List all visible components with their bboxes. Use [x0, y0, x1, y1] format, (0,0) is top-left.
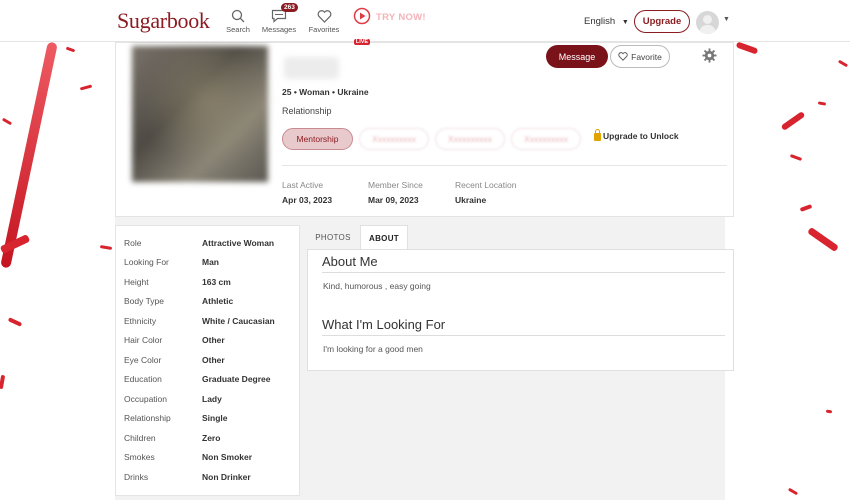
detail-row: Eye Color Other	[124, 354, 225, 365]
try-now-link[interactable]: TRY NOW!	[376, 12, 426, 23]
detail-row: Role Attractive Woman	[124, 237, 275, 248]
detail-row: Education Graduate Degree	[124, 374, 271, 385]
arrangement-tags: Mentorship Xxxxxxxxxx Xxxxxxxxxx Xxxxxxx…	[282, 128, 581, 150]
stat-recent-location: Recent Location Ukraine	[455, 180, 517, 205]
messages-count-badge: 263	[281, 3, 298, 12]
lock-icon	[594, 129, 601, 141]
detail-row: Height 163 cm	[124, 276, 231, 287]
upgrade-to-unlock-link[interactable]: Upgrade to Unlock	[594, 129, 679, 141]
upgrade-button[interactable]: Upgrade	[634, 10, 690, 33]
chevron-down-icon[interactable]: ▼	[723, 16, 730, 23]
divider	[282, 165, 727, 166]
about-me-heading: About Me	[322, 254, 378, 269]
tab-photos[interactable]: PHOTOS	[307, 225, 359, 250]
detail-row: Drinks Non Drinker	[124, 471, 251, 482]
profile-details-list: Role Attractive Woman Looking For Man Heig…	[115, 225, 300, 496]
looking-for-text: I'm looking for a good men	[323, 344, 423, 354]
language-label: English	[584, 16, 616, 27]
live-button[interactable]: LIVE	[350, 7, 374, 48]
profile-card: 25 • Woman • Ukraine Relationship Mentor…	[115, 42, 734, 217]
top-nav-bar: Sugarbook Search 263 Messages Favorites …	[0, 0, 850, 45]
detail-row: Looking For Man	[124, 257, 219, 268]
nav-search-label: Search	[226, 25, 250, 34]
favorite-button[interactable]: Favorite	[610, 45, 670, 68]
user-avatar[interactable]	[696, 11, 719, 34]
profile-name-blurred	[284, 57, 339, 79]
language-selector[interactable]: English ▼	[584, 16, 629, 27]
tag-locked: Xxxxxxxxxx	[435, 128, 505, 150]
profile-meta: 25 • Woman • Ukraine	[282, 87, 369, 97]
relationship-type: Relationship	[282, 106, 332, 116]
detail-row: Relationship Single	[124, 413, 228, 424]
detail-row: Hair Color Other	[124, 335, 225, 346]
sugarbook-logo[interactable]: Sugarbook	[117, 8, 210, 34]
about-panel: About Me Kind, humorous , easy going Wha…	[307, 249, 734, 371]
search-icon	[216, 7, 260, 25]
nav-favorites-label: Favorites	[308, 25, 340, 34]
detail-row: Body Type Athletic	[124, 296, 234, 307]
detail-row: Children Zero	[124, 432, 221, 443]
nav-messages[interactable]: 263 Messages	[257, 3, 301, 34]
nav-messages-label: Messages	[261, 25, 297, 34]
live-tag: LIVE	[353, 39, 371, 45]
stat-member-since: Member Since Mar 09, 2023	[368, 180, 423, 205]
chat-icon: 263	[257, 3, 301, 25]
heart-icon	[618, 52, 628, 61]
tag-locked: Xxxxxxxxxx	[511, 128, 581, 150]
gear-icon[interactable]	[702, 48, 717, 68]
message-button[interactable]: Message	[546, 45, 608, 68]
tag-locked: Xxxxxxxxxx	[359, 128, 429, 150]
about-me-text: Kind, humorous , easy going	[323, 281, 431, 291]
detail-row: Ethnicity White / Caucasian	[124, 315, 275, 326]
tag-mentorship: Mentorship	[282, 128, 353, 150]
tab-about[interactable]: ABOUT	[360, 225, 408, 250]
play-icon	[353, 7, 371, 25]
upgrade-to-unlock-label: Upgrade to Unlock	[603, 131, 679, 141]
detail-row: Occupation Lady	[124, 393, 222, 404]
stat-last-active: Last Active Apr 03, 2023	[282, 180, 333, 205]
nav-favorites[interactable]: Favorites	[302, 7, 346, 34]
favorite-label: Favorite	[631, 51, 662, 62]
detail-row: Smokes Non Smoker	[124, 452, 253, 463]
looking-for-heading: What I'm Looking For	[322, 317, 446, 332]
nav-search[interactable]: Search	[216, 7, 260, 34]
chevron-down-icon: ▼	[621, 19, 629, 26]
heart-icon	[302, 7, 346, 25]
